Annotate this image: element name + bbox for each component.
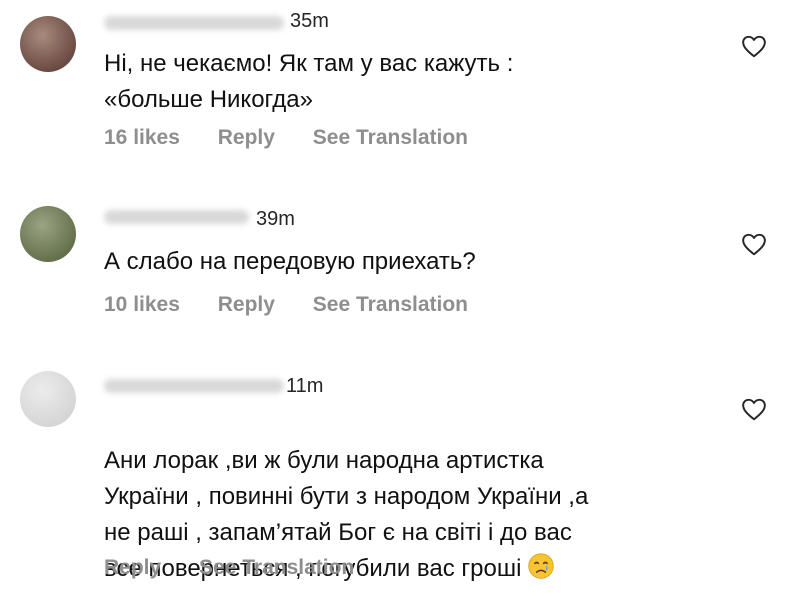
comment-text: А слабо на передовую приехать? [104, 248, 476, 275]
comment-time: 35m [290, 10, 329, 32]
reply-button[interactable]: Reply [104, 556, 161, 580]
comment-time: 11m [286, 375, 324, 397]
see-translation-button[interactable]: See Translation [313, 126, 468, 150]
likes-count[interactable]: 16 likes [104, 126, 180, 150]
heart-icon[interactable] [741, 232, 767, 256]
comment-text: Ні, не чекаємо! Як там у вас кажуть : «б… [104, 50, 514, 113]
reply-button[interactable]: Reply [218, 293, 275, 317]
see-translation-button[interactable]: See Translation [313, 293, 468, 317]
comment-actions: 10 likes Reply See Translation [104, 293, 500, 317]
comment-item: 39m А слабо на передовую приехать? 10 li… [0, 190, 800, 350]
comment-item: 11m Ани лорак ,ви ж були народна артистк… [0, 355, 800, 600]
avatar[interactable] [20, 16, 76, 72]
username-blurred[interactable] [104, 379, 284, 393]
likes-count[interactable]: 10 likes [104, 293, 180, 317]
avatar[interactable] [20, 371, 76, 427]
crying-face-emoji-icon [528, 553, 555, 579]
heart-icon[interactable] [741, 34, 767, 58]
comment-actions: 16 likes Reply See Translation [104, 126, 500, 150]
comment-time: 39m [256, 208, 295, 230]
comment-item: 35m Ні, не чекаємо! Як там у вас кажуть … [0, 0, 800, 170]
comment-actions: Reply See Translation [104, 556, 386, 580]
reply-button[interactable]: Reply [218, 126, 275, 150]
heart-icon[interactable] [741, 397, 767, 421]
username-blurred[interactable] [104, 210, 249, 224]
see-translation-button[interactable]: See Translation [199, 556, 354, 580]
username-blurred[interactable] [104, 16, 284, 30]
avatar[interactable] [20, 206, 76, 262]
